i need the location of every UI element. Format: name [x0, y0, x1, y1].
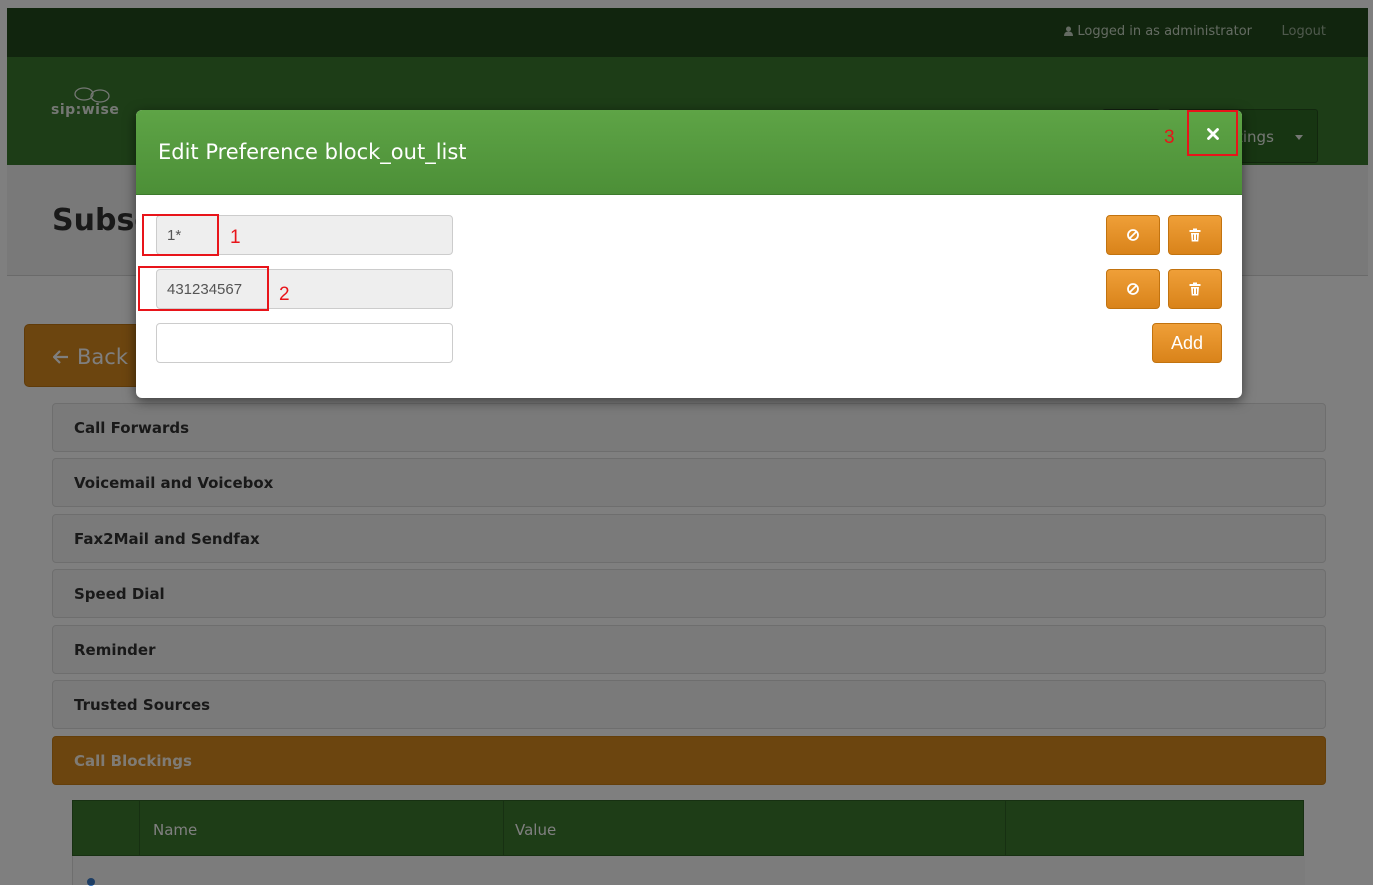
disable-entry-1-button[interactable] — [1106, 215, 1160, 255]
edit-preference-modal: Edit Preference block_out_list Add — [136, 110, 1242, 398]
trash-icon — [1189, 282, 1201, 296]
delete-entry-2-button[interactable] — [1168, 269, 1222, 309]
annotation-number-1: 1 — [230, 227, 241, 248]
modal-header: Edit Preference block_out_list — [136, 110, 1242, 195]
annotation-box-1 — [142, 214, 219, 256]
disable-entry-2-button[interactable] — [1106, 269, 1160, 309]
delete-entry-1-button[interactable] — [1168, 215, 1222, 255]
modal-title: Edit Preference block_out_list — [158, 140, 467, 164]
new-entry-field[interactable] — [156, 323, 453, 363]
add-entry-button[interactable]: Add — [1152, 323, 1222, 363]
annotation-box-3 — [1187, 110, 1238, 156]
block-icon — [1127, 229, 1139, 241]
trash-icon — [1189, 228, 1201, 242]
annotation-box-2 — [138, 266, 269, 311]
block-icon — [1127, 283, 1139, 295]
annotation-number-3: 3 — [1164, 127, 1175, 148]
annotation-number-2: 2 — [279, 284, 290, 305]
